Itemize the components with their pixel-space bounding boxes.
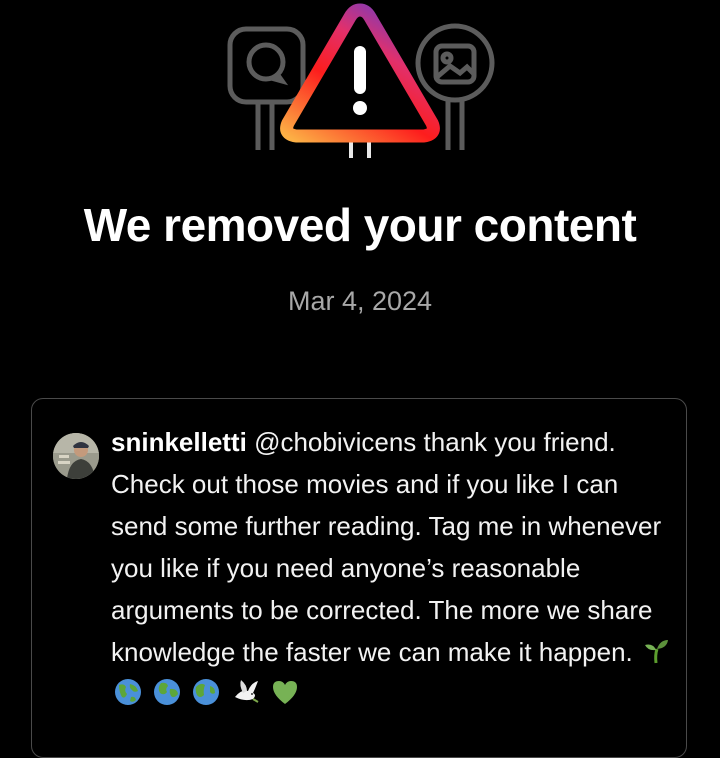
comment-mention[interactable]: @chobivicens [254,427,416,457]
removed-comment-card: sninkelletti @chobivicens thank you frie… [31,398,687,758]
avatar-image [53,433,99,479]
avatar[interactable] [53,433,99,479]
dove-emoji [234,680,259,703]
comment-username[interactable]: sninkelletti [111,427,247,457]
removal-date: Mar 4, 2024 [287,286,433,316]
comment-text: sninkelletti @chobivicens thank you frie… [111,421,671,715]
comment-body: thank you friend. Check out those movies… [111,427,662,667]
globe-emoji [115,679,141,705]
page-title: We removed your content [83,199,637,251]
seedling-emoji [645,640,668,664]
removed-content-illustration [227,3,495,158]
warning-triangle-icon [280,3,440,143]
globe-emoji [193,679,220,705]
green-heart-emoji [272,681,297,704]
globe-emoji [154,679,181,705]
